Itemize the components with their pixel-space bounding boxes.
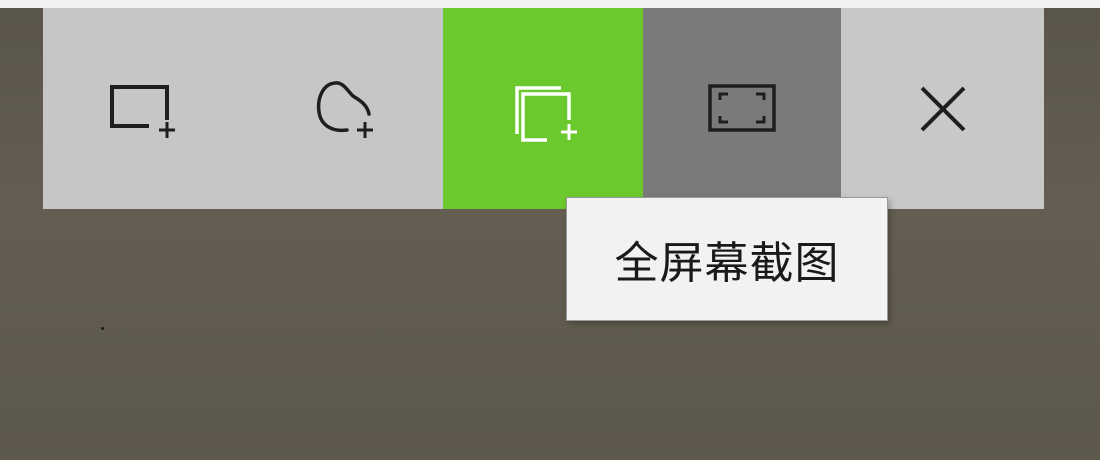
fullscreen-snip-button[interactable] xyxy=(643,8,841,209)
freeform-snip-button[interactable] xyxy=(243,8,443,209)
screen-top-edge xyxy=(0,0,1100,8)
rectangle-snip-icon xyxy=(103,74,183,144)
window-snip-button[interactable] xyxy=(443,8,643,209)
snip-toolbar xyxy=(43,8,1044,209)
rectangular-snip-button[interactable] xyxy=(43,8,243,209)
window-snip-icon xyxy=(503,74,583,144)
tooltip-text: 全屏幕截图 xyxy=(614,238,840,289)
tooltip: 全屏幕截图 xyxy=(566,197,888,321)
close-icon xyxy=(908,74,978,144)
freeform-snip-icon xyxy=(303,74,383,144)
desktop-speck xyxy=(101,327,104,330)
close-button[interactable] xyxy=(841,8,1044,209)
fullscreen-snip-icon xyxy=(702,74,782,144)
